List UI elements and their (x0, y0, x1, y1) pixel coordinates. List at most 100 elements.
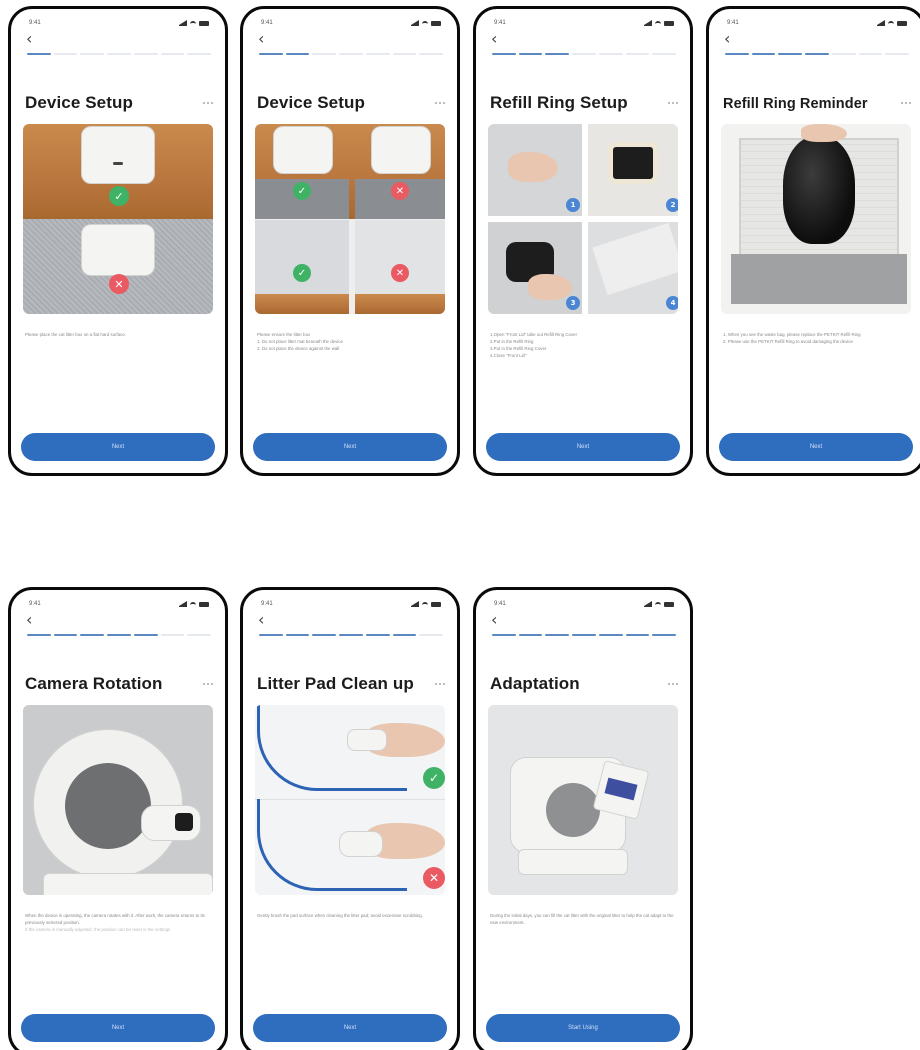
litter-box-device (371, 126, 431, 174)
wifi-icon (422, 602, 428, 606)
step-3-badge: 3 (566, 296, 580, 310)
screen-refill-ring-setup: 9:41 ‹ Refill Ring Setup 1 2 3 4 1.Open … (473, 6, 693, 476)
waste-bag-image (783, 136, 855, 244)
more-icon[interactable] (668, 683, 678, 685)
next-button[interactable]: Next (253, 1014, 447, 1042)
battery-icon (431, 20, 441, 26)
signal-icon (411, 19, 419, 26)
status-time: 9:41 (261, 601, 273, 607)
back-button[interactable]: ‹ (491, 612, 497, 628)
battery-icon (664, 20, 674, 26)
page-title: Adaptation (490, 674, 580, 693)
screen-device-setup-1: 9:41 ‹ Device Setup ✓ ✕ Please place the… (8, 6, 228, 476)
litter-box-device (81, 224, 155, 276)
page-title: Refill Ring Reminder (723, 96, 868, 112)
check-icon: ✓ (293, 182, 311, 200)
page-title: Device Setup (25, 93, 133, 112)
more-icon[interactable] (668, 102, 678, 104)
wifi-icon (655, 21, 661, 25)
cross-icon: ✕ (391, 182, 409, 200)
instruction-text: Please ensure the litter box 1. Do not p… (257, 332, 343, 351)
check-icon: ✓ (109, 186, 129, 206)
status-time: 9:41 (29, 20, 41, 26)
status-bar: 9:41 (29, 18, 209, 28)
step-progress (725, 53, 910, 56)
wifi-icon (655, 602, 661, 606)
status-bar: 9:41 (261, 18, 441, 28)
back-button[interactable]: ‹ (26, 31, 32, 47)
next-button[interactable]: Next (21, 433, 215, 461)
setup-illustration: ✓ ✕ ✓ ✕ (255, 124, 445, 314)
signal-icon (877, 19, 885, 26)
status-bar: 9:41 (494, 599, 674, 609)
next-button[interactable]: Next (253, 433, 447, 461)
cross-icon: ✕ (423, 867, 445, 889)
next-button[interactable]: Next (486, 433, 680, 461)
wifi-icon (888, 21, 894, 25)
battery-icon (897, 20, 907, 26)
step-progress (259, 53, 444, 56)
setup-illustration: 1 2 3 4 (488, 124, 678, 314)
status-time: 9:41 (29, 601, 41, 607)
instruction-text: When the device is operating, the camera… (25, 913, 205, 932)
next-button[interactable]: Next (719, 433, 913, 461)
more-icon[interactable] (203, 102, 213, 104)
page-title: Device Setup (257, 93, 365, 112)
more-icon[interactable] (901, 102, 911, 104)
status-time: 9:41 (727, 20, 739, 26)
more-icon[interactable] (435, 102, 445, 104)
status-time: 9:41 (261, 20, 273, 26)
status-bar: 9:41 (29, 599, 209, 609)
status-bar: 9:41 (261, 599, 441, 609)
setup-illustration: ✓ ✕ (23, 124, 213, 314)
signal-icon (179, 19, 187, 26)
page-title: Camera Rotation (25, 674, 163, 693)
back-button[interactable]: ‹ (724, 31, 730, 47)
status-time: 9:41 (494, 601, 506, 607)
more-icon[interactable] (435, 683, 445, 685)
step-progress (492, 634, 677, 637)
status-bar: 9:41 (494, 18, 674, 28)
battery-icon (199, 20, 209, 26)
screen-litter-pad-clean-up: 9:41 ‹ Litter Pad Clean up ✓ ✕ Gently br… (240, 587, 460, 1050)
signal-icon (644, 19, 652, 26)
battery-icon (664, 601, 674, 607)
setup-illustration (721, 124, 911, 314)
more-icon[interactable] (203, 683, 213, 685)
signal-icon (644, 600, 652, 607)
camera-lens-icon (175, 813, 193, 831)
back-button[interactable]: ‹ (258, 31, 264, 47)
instruction-text: 1.Open "Front Lid" take out Refill Ring … (490, 332, 578, 358)
cross-icon: ✕ (109, 274, 129, 294)
step-progress (492, 53, 677, 56)
step-1-badge: 1 (566, 198, 580, 212)
check-icon: ✓ (293, 264, 311, 282)
step-2-badge: 2 (666, 198, 678, 212)
step-progress (27, 53, 212, 56)
back-button[interactable]: ‹ (258, 612, 264, 628)
instruction-text: Gently brush the pad surface when cleani… (257, 913, 423, 918)
instruction-text: 1. When you see the waste bag, please re… (723, 332, 861, 344)
wifi-icon (422, 21, 428, 25)
screen-device-setup-2: 9:41 ‹ Device Setup ✓ ✕ ✓ ✕ Please ensur… (240, 6, 460, 476)
back-button[interactable]: ‹ (491, 31, 497, 47)
page-title: Litter Pad Clean up (257, 674, 414, 693)
battery-icon (431, 601, 441, 607)
status-time: 9:41 (494, 20, 506, 26)
wifi-icon (190, 21, 196, 25)
start-using-button[interactable]: Start Using (486, 1014, 680, 1042)
setup-illustration (488, 705, 678, 895)
step-progress (27, 634, 212, 637)
signal-icon (411, 600, 419, 607)
litter-box-device (273, 126, 333, 174)
setup-illustration: ✓ ✕ (255, 705, 445, 895)
screen-camera-rotation: 9:41 ‹ Camera Rotation When the device i… (8, 587, 228, 1050)
back-button[interactable]: ‹ (26, 612, 32, 628)
screen-refill-ring-reminder: 9:41 ‹ Refill Ring Reminder 1. When you … (706, 6, 920, 476)
next-button[interactable]: Next (21, 1014, 215, 1042)
setup-illustration (23, 705, 213, 895)
status-bar: 9:41 (727, 18, 907, 28)
signal-icon (179, 600, 187, 607)
page-title: Refill Ring Setup (490, 93, 628, 112)
wifi-icon (190, 602, 196, 606)
